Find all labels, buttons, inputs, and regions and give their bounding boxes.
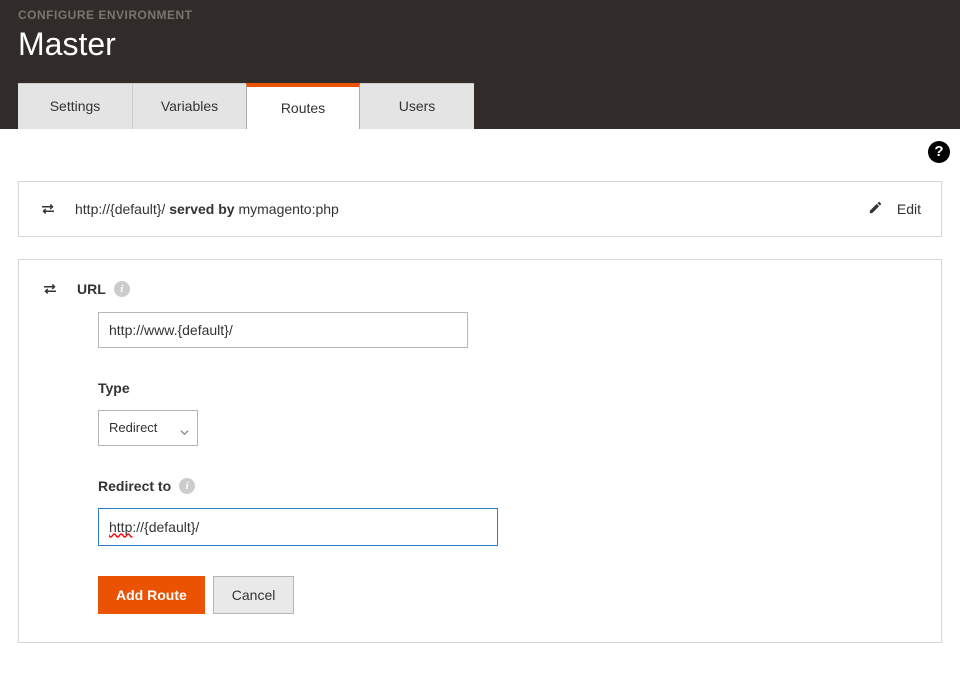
header-subtitle: CONFIGURE ENVIRONMENT (18, 8, 942, 24)
tab-settings[interactable]: Settings (18, 83, 132, 129)
url-info-icon[interactable]: i (114, 281, 130, 297)
redirect-value-misspell: http (109, 519, 132, 535)
url-label: URL (77, 281, 106, 297)
tab-users[interactable]: Users (360, 83, 474, 129)
route-form-panel: URL i Type Redirect Redirect to i (18, 259, 942, 643)
redirect-info-icon[interactable]: i (179, 478, 195, 494)
route-url: http://{default}/ (75, 201, 169, 217)
add-route-button[interactable]: Add Route (98, 576, 205, 614)
url-input[interactable] (98, 312, 468, 348)
page-header: CONFIGURE ENVIRONMENT Master (0, 0, 960, 83)
redirect-value-rest: ://{default}/ (132, 519, 199, 535)
chevron-down-icon (180, 424, 189, 442)
redirect-to-label: Redirect to (98, 478, 171, 494)
redirect-to-input[interactable]: http://{default}/ (98, 508, 498, 546)
tab-variables[interactable]: Variables (132, 83, 246, 129)
route-text: http://{default}/ served by mymagento:ph… (75, 201, 868, 217)
edit-label: Edit (897, 201, 921, 217)
route-entry-panel: http://{default}/ served by mymagento:ph… (18, 181, 942, 237)
type-label: Type (98, 380, 919, 396)
tab-routes[interactable]: Routes (246, 83, 360, 129)
route-served-value: mymagento:php (235, 201, 339, 217)
route-served-by-label: served by (169, 201, 234, 217)
edit-button[interactable]: Edit (868, 200, 921, 218)
cancel-button[interactable]: Cancel (213, 576, 295, 614)
help-icon[interactable]: ? (928, 141, 950, 163)
pencil-icon (868, 200, 883, 218)
route-arrows-icon (39, 200, 57, 218)
form-arrows-icon (41, 280, 59, 298)
tabs: Settings Variables Routes Users (0, 83, 960, 129)
header-title: Master (18, 26, 942, 63)
